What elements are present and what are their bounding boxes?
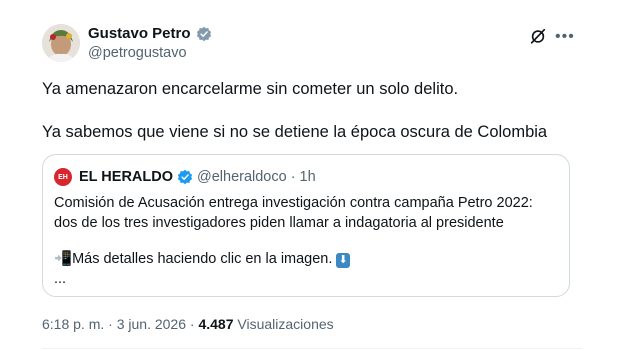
phone-arrow-emoji: 📲 [54, 251, 73, 267]
tweet-time[interactable]: 6:18 p. m. [42, 316, 104, 332]
more-icon[interactable]: ••• [555, 28, 575, 46]
tweet-footer: 6:18 p. m. · 3 jun. 2026 · 4.487 Visuali… [42, 316, 334, 332]
quote-author: EL HERALDO @elheraldoco · 1h [79, 169, 316, 185]
tweet-text-line-2: Ya sabemos que viene si no se detiene la… [42, 123, 548, 141]
grok-icon[interactable] [529, 27, 547, 45]
el-heraldo-logo: EH [54, 168, 72, 186]
author-handle[interactable]: @petrogustavo [88, 45, 187, 61]
views-count: 4.487 [198, 316, 234, 332]
down-arrow-emoji: ⬇ [336, 253, 350, 268]
quote-more-details: Más detalles haciendo clic en la imagen. [72, 251, 333, 267]
quote-text-line-3: 📲Más detalles haciendo clic en la imagen… [54, 250, 350, 268]
quote-text-ellipsis: ... [54, 271, 67, 287]
quote-meta-separator: · [290, 169, 296, 185]
quote-author-name: EL HERALDO [79, 169, 173, 185]
footer-separator: · [108, 316, 113, 332]
quote-text-line-2: dos de los tres investigadores piden lla… [54, 215, 504, 231]
tweet-date[interactable]: 3 jun. 2026 [117, 316, 186, 332]
footer-separator: · [189, 316, 195, 332]
quote-text-line-1: Comisión de Acusación entrega investigac… [54, 195, 533, 211]
divider [42, 348, 582, 349]
views-label: Visualizaciones [237, 316, 334, 332]
verified-badge-icon [196, 26, 211, 41]
avatar[interactable] [42, 24, 80, 62]
quote-tweet-card[interactable]: EH EL HERALDO @elheraldoco · 1h Comisión… [42, 154, 570, 297]
author-name[interactable]: Gustavo Petro [88, 25, 212, 42]
quote-author-handle: @elheraldoco [197, 169, 287, 185]
tweet: Gustavo Petro @petrogustavo ••• Ya amena… [0, 0, 625, 351]
verified-badge-icon [177, 169, 193, 185]
quote-time: 1h [299, 169, 316, 185]
tweet-text-line-1: Ya amenazaron encarcelarme sin cometer u… [42, 80, 459, 98]
author-name-text[interactable]: Gustavo Petro [88, 25, 191, 42]
